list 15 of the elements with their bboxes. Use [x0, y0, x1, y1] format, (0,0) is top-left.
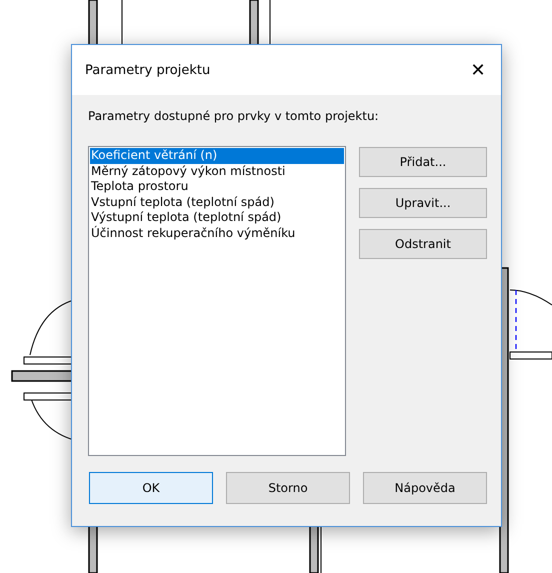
- window-title: Parametry projektu: [85, 62, 210, 78]
- prompt-label: Parametry dostupné pro prvky v tomto projektu:: [88, 109, 380, 123]
- list-item[interactable]: Měrný zátopový výkon místnosti: [90, 164, 344, 179]
- action-button[interactable]: Přidat...: [359, 147, 487, 177]
- list-item[interactable]: Výstupní teplota (teplotní spád): [90, 210, 344, 226]
- action-button[interactable]: Odstranit: [359, 229, 487, 259]
- action-button[interactable]: Upravit...: [359, 188, 487, 218]
- dialog-button[interactable]: Storno: [226, 472, 350, 504]
- list-item[interactable]: Koeficient větrání (n): [90, 148, 344, 164]
- dialog-button[interactable]: Nápověda: [363, 472, 487, 504]
- dialog-button[interactable]: OK: [89, 472, 213, 504]
- close-button[interactable]: ✕: [463, 55, 493, 85]
- list-item[interactable]: Účinnost rekuperačního výměníku: [90, 226, 344, 241]
- list-item[interactable]: Vstupní teplota (teplotní spád): [90, 194, 344, 210]
- list-item[interactable]: Teplota prostoru: [90, 179, 344, 194]
